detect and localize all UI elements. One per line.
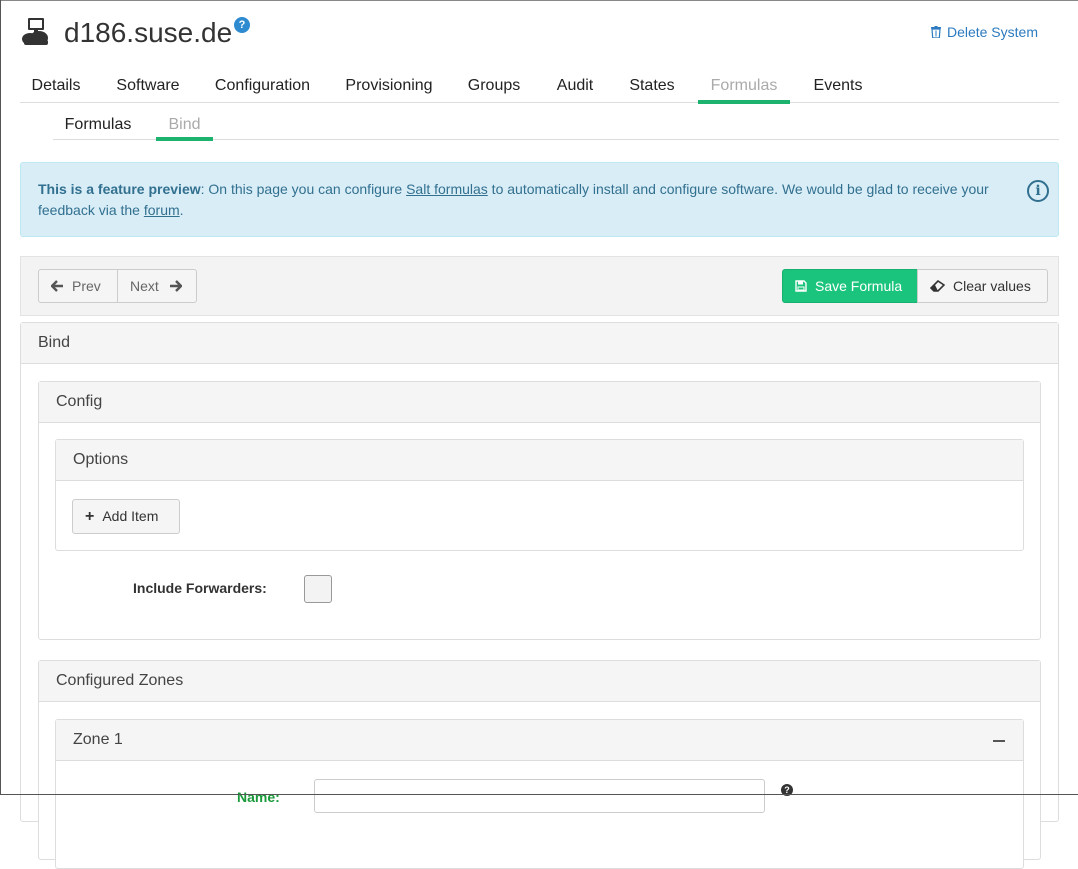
window-left-border <box>0 0 1 795</box>
bind-panel-title: Bind <box>21 323 1058 364</box>
options-panel-title: Options <box>56 440 1023 481</box>
alert-text-1: : On this page you can configure <box>200 181 407 197</box>
subtab-formulas[interactable]: Formulas <box>58 112 138 140</box>
subtab-bind[interactable]: Bind <box>156 112 213 141</box>
window-top-border <box>0 0 1078 1</box>
system-tabs: Details Software Configuration Provision… <box>20 72 1059 104</box>
options-panel: Options <box>55 439 1024 551</box>
delete-system-label: Delete System <box>946 24 1038 40</box>
question-circle-icon[interactable]: ? <box>234 17 250 33</box>
include-forwarders-checkbox[interactable] <box>304 575 332 603</box>
add-item-button[interactable]: + Add Item <box>72 499 180 534</box>
save-formula-label: Save Formula <box>815 278 903 294</box>
minus-icon[interactable] <box>993 740 1005 742</box>
save-formula-button[interactable]: Save Formula <box>782 269 918 303</box>
tab-groups[interactable]: Groups <box>460 72 528 103</box>
plus-icon: + <box>85 508 95 525</box>
tab-provisioning[interactable]: Provisioning <box>336 72 442 103</box>
alert-text-3: . <box>179 202 184 218</box>
zone-name-label: Name: <box>237 789 280 805</box>
info-circle-icon: i <box>1027 180 1049 202</box>
forum-link[interactable]: forum <box>144 202 180 218</box>
tab-configuration[interactable]: Configuration <box>205 72 320 103</box>
tab-events[interactable]: Events <box>806 72 870 103</box>
page-title: d186.suse.de <box>64 17 233 48</box>
arrow-right-icon <box>169 280 183 292</box>
next-button[interactable]: Next <box>117 269 197 303</box>
alert-bold-text: This is a feature preview <box>38 181 201 197</box>
next-label: Next <box>130 278 159 294</box>
tab-states[interactable]: States <box>620 72 684 103</box>
include-forwarders-label: Include Forwarders: <box>133 580 267 596</box>
floppy-disk-icon <box>795 280 807 292</box>
tab-audit[interactable]: Audit <box>548 72 602 103</box>
prev-button[interactable]: Prev <box>38 269 118 303</box>
eraser-icon <box>929 279 946 292</box>
prev-label: Prev <box>72 278 101 294</box>
clear-values-button[interactable]: Clear values <box>917 269 1048 303</box>
trash-icon <box>930 26 941 38</box>
tab-formulas[interactable]: Formulas <box>698 72 790 104</box>
zone-1-title: Zone 1 <box>56 720 1023 761</box>
formula-subtabs: Formulas Bind <box>53 112 1059 141</box>
configured-zones-title: Configured Zones <box>39 661 1040 702</box>
tab-software[interactable]: Software <box>106 72 190 103</box>
salt-formulas-link[interactable]: Salt formulas <box>406 181 488 197</box>
delete-system-button[interactable]: Delete System <box>930 24 1038 40</box>
tab-details[interactable]: Details <box>20 72 92 103</box>
feature-preview-alert: This is a feature preview: On this page … <box>20 162 1059 237</box>
system-icon <box>22 18 48 45</box>
page-header: d186.suse.de ? Delete System <box>20 12 1060 52</box>
add-item-label: Add Item <box>102 508 159 524</box>
window-bottom-border <box>0 794 1078 795</box>
config-panel-title: Config <box>39 382 1040 423</box>
clear-values-label: Clear values <box>953 278 1031 294</box>
zone-name-input[interactable] <box>314 779 765 813</box>
formula-toolbar: Prev Next Save Formula Clear values <box>20 256 1059 316</box>
arrow-left-icon <box>50 280 63 292</box>
